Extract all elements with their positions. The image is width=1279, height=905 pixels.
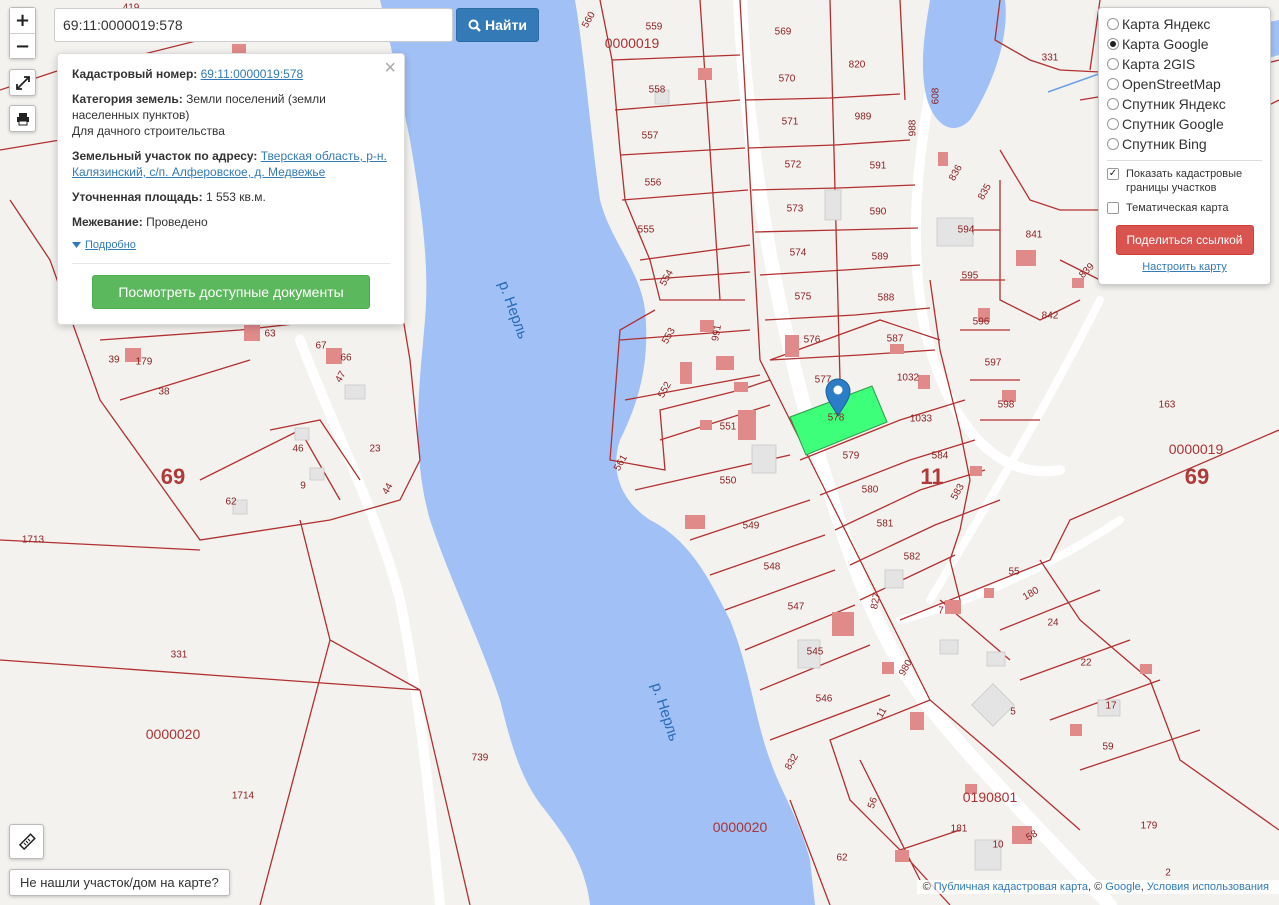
zoom-in-button[interactable]: + (10, 8, 35, 33)
zoom-out-button[interactable]: − (10, 33, 35, 58)
checkbox-unchecked-icon (1107, 202, 1119, 214)
land-category-label: Категория земель: (72, 92, 183, 106)
land-usage-value: Для дачного строительства (72, 124, 225, 138)
thematic-map-label: Тематическая карта (1126, 202, 1229, 214)
basemap-option[interactable]: OpenStreetMap (1107, 74, 1262, 94)
radio-icon (1107, 18, 1119, 30)
cadastral-number-link[interactable]: 69:11:0000019:578 (201, 67, 304, 81)
radio-icon (1107, 58, 1119, 70)
attribution-separator: , © (1088, 881, 1106, 893)
basemap-option-label: Спутник Bing (1122, 136, 1207, 152)
basemap-option-label: OpenStreetMap (1122, 76, 1221, 92)
search-input[interactable] (54, 8, 453, 42)
basemap-option[interactable]: Карта Яндекс (1107, 14, 1262, 34)
survey-value: Проведено (146, 215, 208, 229)
radio-icon (1107, 118, 1119, 130)
search-icon (468, 19, 481, 32)
basemap-option[interactable]: Карта Google (1107, 34, 1262, 54)
basemap-option[interactable]: Спутник Bing (1107, 134, 1262, 154)
basemap-option-label: Карта Яндекс (1122, 16, 1211, 32)
radio-icon (1107, 98, 1119, 110)
checkbox-checked-icon: ✓ (1107, 168, 1119, 180)
radio-icon (1107, 138, 1119, 150)
basemap-option-label: Спутник Яндекс (1122, 96, 1226, 112)
configure-map-link[interactable]: Настроить карту (1107, 261, 1262, 273)
show-borders-label: Показать кадастровые границы участков (1126, 168, 1243, 194)
layers-panel: Карта Яндекс Карта Google Карта 2GIS OpenSt… (1098, 7, 1271, 285)
basemap-option-label: Карта Google (1122, 36, 1209, 52)
divider (1107, 160, 1262, 161)
thematic-map-checkbox[interactable]: Тематическая карта (1107, 201, 1262, 215)
share-link-button[interactable]: Поделиться ссылкой (1115, 225, 1254, 255)
expand-icon (15, 75, 30, 90)
view-documents-button[interactable]: Посмотреть доступные документы (92, 275, 370, 309)
area-label: Уточненная площадь: (72, 190, 203, 204)
address-row: Земельный участок по адресу: Тверская об… (72, 148, 390, 180)
basemap-option[interactable]: Спутник Google (1107, 114, 1262, 134)
not-found-button[interactable]: Не нашли участок/дом на карте? (9, 869, 230, 896)
basemap-option[interactable]: Спутник Яндекс (1107, 94, 1262, 114)
search-button-label: Найти (485, 17, 527, 33)
basemap-options: Карта Яндекс Карта Google Карта 2GIS OpenSt… (1107, 14, 1262, 154)
search-button[interactable]: Найти (456, 8, 539, 42)
basemap-option-label: Спутник Google (1122, 116, 1224, 132)
divider (72, 263, 390, 264)
map-attribution: © Публичная кадастровая карта, © Google,… (916, 880, 1279, 894)
cadastral-number-label: Кадастровый номер: (72, 67, 198, 81)
address-label: Земельный участок по адресу: (72, 149, 258, 163)
close-icon[interactable]: × (384, 58, 396, 78)
print-button[interactable] (9, 105, 36, 132)
survey-row: Межевание: Проведено (72, 214, 390, 230)
cadastral-number-row: Кадастровый номер: 69:11:0000019:578 (72, 66, 390, 82)
ruler-icon (18, 832, 36, 850)
fullscreen-button[interactable] (9, 69, 36, 96)
survey-label: Межевание: (72, 215, 143, 229)
land-category-row: Категория земель: Земли поселений (земли… (72, 91, 390, 139)
show-borders-checkbox[interactable]: ✓ Показать кадастровые границы участков (1107, 167, 1262, 195)
google-link[interactable]: Google (1105, 881, 1140, 893)
radio-selected-icon (1107, 38, 1119, 50)
attribution-prefix: © (922, 881, 934, 893)
terms-link[interactable]: Условия использования (1147, 881, 1269, 893)
ruler-button[interactable] (9, 824, 44, 859)
caret-down-icon (72, 242, 81, 248)
pkk-link[interactable]: Публичная кадастровая карта (934, 881, 1088, 893)
radio-icon (1107, 78, 1119, 90)
parcel-info-popup: × Кадастровый номер: 69:11:0000019:578 К… (57, 53, 405, 325)
details-toggle[interactable]: Подробно (72, 237, 390, 253)
zoom-control: + − (9, 7, 36, 59)
area-row: Уточненная площадь: 1 553 кв.м. (72, 189, 390, 205)
basemap-option-label: Карта 2GIS (1122, 56, 1196, 72)
basemap-option[interactable]: Карта 2GIS (1107, 54, 1262, 74)
printer-icon (16, 112, 29, 125)
details-label: Подробно (85, 239, 136, 251)
area-value: 1 553 кв.м. (205, 190, 266, 204)
